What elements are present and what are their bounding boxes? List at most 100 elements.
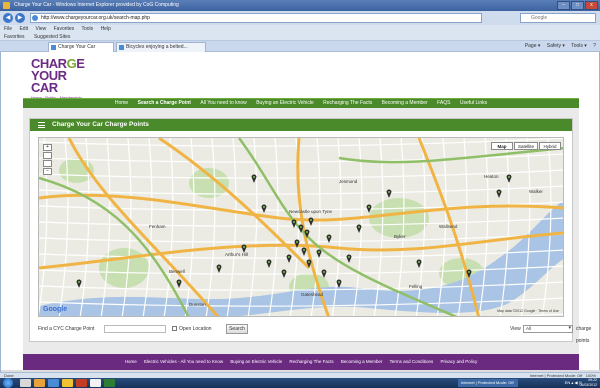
tab-strip: Charge Your Car Bicycles enjoying a belt… xyxy=(0,41,600,52)
ie-taskbar-icon[interactable] xyxy=(48,379,59,387)
map-place-label: Benwell xyxy=(169,269,185,274)
map-place-label: Jesmond xyxy=(339,179,358,184)
page-menu[interactable]: Page ▾ xyxy=(525,43,541,49)
tab-bicycles[interactable]: Bicycles enjoying a belted... xyxy=(116,42,206,52)
taskbar: Internet | Protected Mode: Off EN ▴ ◀ ⊙ … xyxy=(0,378,600,388)
nav-recharging[interactable]: Recharging The Facts xyxy=(323,100,372,106)
app-taskbar-icon[interactable] xyxy=(90,379,101,387)
search-button[interactable]: Search xyxy=(226,324,248,334)
footer-terms[interactable]: Terms and Conditions xyxy=(390,359,434,364)
zoom-in-button[interactable]: + xyxy=(43,144,52,151)
map-canvas[interactable]: Newcastle upon Tyne Gateshead Arthur's Hil… xyxy=(39,138,564,317)
map-type-map-button[interactable]: Map xyxy=(491,142,513,150)
map-zoom-control: + − xyxy=(43,144,52,176)
site-footer: Home Electric Vehicles - All You need to… xyxy=(23,354,579,370)
footer-member[interactable]: Becoming a Member xyxy=(341,359,383,364)
marker-dot xyxy=(388,191,390,193)
open-location-checkbox[interactable] xyxy=(172,326,177,331)
map-copyright[interactable]: Map data ©2012 Google · Terms of Use xyxy=(497,309,559,313)
folder-taskbar-icon[interactable] xyxy=(34,379,45,387)
marker-dot xyxy=(323,271,325,273)
panel-header: Charge Your Car Charge Points xyxy=(30,119,572,131)
pan-control[interactable] xyxy=(43,152,52,159)
list-icon xyxy=(38,122,45,128)
map-place-label: Dunston xyxy=(189,302,206,307)
help-icon[interactable]: ? xyxy=(593,43,596,49)
footer-buying-ev[interactable]: Buying an Electric Vehicle xyxy=(230,359,282,364)
app-taskbar-icon[interactable] xyxy=(62,379,73,387)
start-button[interactable] xyxy=(3,378,13,388)
nav-home[interactable]: Home xyxy=(115,100,128,106)
footer-recharging[interactable]: Recharging The Facts xyxy=(289,359,333,364)
browser-search-input[interactable]: Google xyxy=(520,13,596,23)
suggested-sites-link[interactable]: Suggested Sites xyxy=(34,34,70,40)
back-button[interactable]: ◀ xyxy=(3,13,13,23)
menu-view[interactable]: View xyxy=(35,26,46,32)
marker-dot xyxy=(300,226,302,228)
app-taskbar-icon[interactable] xyxy=(76,379,87,387)
logo-line-2: YOUR CAR xyxy=(31,68,67,95)
menu-help[interactable]: Help xyxy=(101,26,111,32)
zoom-out-button[interactable]: − xyxy=(43,168,52,175)
window-title-bar: Charge Your Car - Windows Internet Explo… xyxy=(0,0,600,11)
map-place-label: Arthur's Hill xyxy=(225,252,248,257)
maximize-button[interactable]: □ xyxy=(571,1,584,10)
footer-home[interactable]: Home xyxy=(125,359,137,364)
marker-dot xyxy=(310,219,312,221)
pan-control[interactable] xyxy=(43,160,52,167)
menu-tools[interactable]: Tools xyxy=(81,26,93,32)
close-window-button[interactable]: x xyxy=(585,1,598,10)
explorer-taskbar-icon[interactable] xyxy=(20,379,31,387)
view-select[interactable]: All xyxy=(523,325,573,333)
tools-menu[interactable]: Tools ▾ xyxy=(571,43,587,49)
active-window-button[interactable]: Internet | Protected Mode: Off xyxy=(458,379,518,387)
marker-dot xyxy=(178,281,180,283)
marker-dot xyxy=(508,176,510,178)
minimize-button[interactable]: – xyxy=(557,1,570,10)
nav-member[interactable]: Becoming a Member xyxy=(382,100,428,106)
tab-charge-your-car[interactable]: Charge Your Car xyxy=(48,42,114,52)
window-controls: – □ x xyxy=(557,1,598,10)
forward-button[interactable]: ▶ xyxy=(15,13,25,23)
marker-dot xyxy=(358,226,360,228)
find-charge-point-row: Find a CYC Charge Point Open Location Se… xyxy=(38,323,591,344)
tab-favicon xyxy=(119,45,124,50)
marker-dot xyxy=(328,236,330,238)
nav-search-charge-point[interactable]: Search a Charge Point xyxy=(138,100,191,106)
marker-dot xyxy=(283,271,285,273)
menu-edit[interactable]: Edit xyxy=(19,26,28,32)
clock[interactable]: 09:22 06/03/2012 xyxy=(579,378,597,388)
charge-point-map[interactable]: Newcastle upon Tyne Gateshead Arthur's Hil… xyxy=(38,137,564,317)
map-type-satellite-button[interactable]: Satellite xyxy=(514,142,538,150)
app-taskbar-icon[interactable] xyxy=(104,379,115,387)
nav-buying-ev[interactable]: Buying an Electric Vehicle xyxy=(256,100,314,106)
google-logo[interactable]: Google xyxy=(43,306,67,313)
footer-electric-vehicles[interactable]: Electric Vehicles - All You need to Know xyxy=(144,359,223,364)
nav-all-you-need[interactable]: All You need to know xyxy=(200,100,246,106)
map-type-hybrid-button[interactable]: Hybrid xyxy=(539,142,561,150)
marker-dot xyxy=(268,261,270,263)
map-park xyxy=(369,198,429,238)
map-place-label: Felling xyxy=(409,284,423,289)
charge-points-panel: Charge Your Car Charge Points Newcastle … xyxy=(29,118,591,344)
find-location-input[interactable] xyxy=(104,325,166,333)
marker-dot xyxy=(253,176,255,178)
marker-dot xyxy=(418,261,420,263)
nav-faqs[interactable]: FAQS xyxy=(437,100,450,106)
marker-dot xyxy=(498,191,500,193)
address-bar[interactable]: http://www.chargeyourcar.org.uk/search-m… xyxy=(30,13,482,23)
map-place-label: Newcastle upon Tyne xyxy=(289,209,332,214)
favorites-button[interactable]: Favorites xyxy=(4,34,25,40)
url-text: http://www.chargeyourcar.org.uk/search-m… xyxy=(41,15,150,21)
menu-favorites[interactable]: Favorites xyxy=(54,26,75,32)
footer-privacy[interactable]: Privacy and Policy xyxy=(440,359,477,364)
open-location-label: Open Location xyxy=(179,326,212,332)
find-label: Find a CYC Charge Point xyxy=(38,326,95,332)
nav-useful-links[interactable]: Useful Links xyxy=(460,100,487,106)
web-page: CHARGE YOUR CAR Home · Public · Membersh… xyxy=(0,52,600,372)
safety-menu[interactable]: Safety ▾ xyxy=(547,43,565,49)
marker-dot xyxy=(218,266,220,268)
menu-file[interactable]: File xyxy=(4,26,12,32)
site-logo[interactable]: CHARGE YOUR CAR Home · Public · Membersh… xyxy=(31,57,86,100)
address-row: ◀ ▶ http://www.chargeyourcar.org.uk/sear… xyxy=(0,11,600,25)
